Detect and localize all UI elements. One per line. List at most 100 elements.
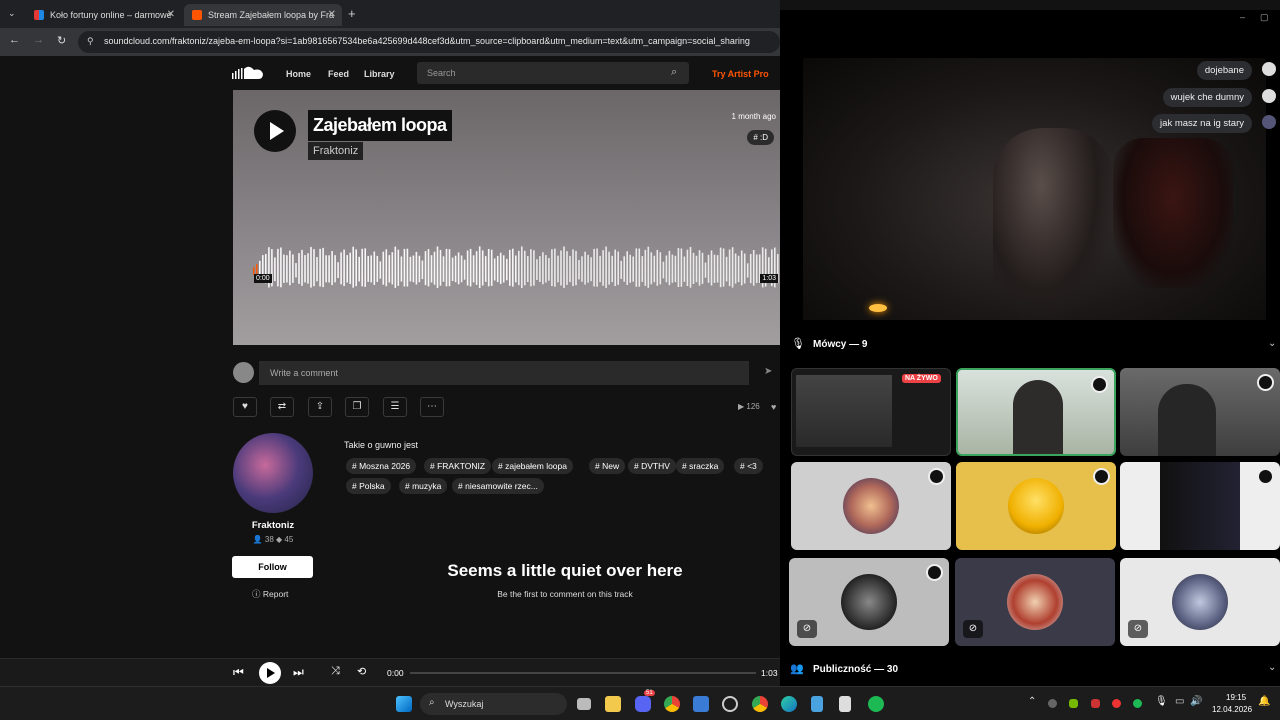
discord-icon[interactable] (635, 696, 651, 712)
tag-chip[interactable]: # sraczka (676, 458, 725, 474)
chevron-down-icon[interactable]: ⌄ (1268, 662, 1276, 673)
calculator-icon[interactable] (839, 696, 851, 712)
send-icon[interactable]: ➤ (764, 366, 772, 377)
comment-input[interactable]: Write a comment (259, 361, 749, 385)
share-button[interactable]: ⇪ (308, 397, 332, 417)
waveform-bar (442, 256, 445, 282)
nav-feed[interactable]: Feed (328, 69, 349, 79)
tag-chip[interactable]: # DVTHV (628, 458, 676, 474)
nvidia-icon[interactable] (1069, 699, 1078, 708)
maximize-icon[interactable]: ▢ (1260, 12, 1269, 23)
speaker-tile-avatar-5[interactable]: ⊘ (955, 558, 1115, 646)
search-icon[interactable]: ⌕ (671, 66, 677, 79)
speaker-tile-avatar-2[interactable] (956, 462, 1116, 550)
nav-library[interactable]: Library (364, 69, 395, 79)
speakers-header[interactable]: Mówcy — 9 (813, 339, 867, 350)
waveform[interactable] (253, 238, 780, 300)
spotify-tray-icon[interactable] (1133, 699, 1142, 708)
report-link[interactable]: ⓘ Report (252, 588, 288, 600)
site-info-icon[interactable]: ⚲ (87, 36, 94, 47)
try-artist-pro-link[interactable]: Try Artist Pro (712, 69, 769, 79)
waveform-bar (469, 248, 472, 287)
track-artist-link[interactable]: Fraktoniz (308, 142, 364, 160)
tab-search-button[interactable]: ⌄ (8, 8, 16, 19)
repost-button[interactable]: ⇄ (270, 397, 294, 417)
more-button[interactable]: ⋯ (420, 397, 444, 417)
forward-icon[interactable]: → (33, 34, 44, 46)
taskbar-search[interactable]: ⌕ Wyszukaj (420, 693, 567, 715)
chrome-icon[interactable] (752, 696, 768, 712)
repeat-icon[interactable]: ⟲ (357, 665, 366, 678)
next-icon[interactable]: ⏭ (293, 665, 304, 680)
clock-time[interactable]: 19:15 (1226, 693, 1246, 702)
speaker-tile-avatar-6[interactable]: ⊘ (1120, 558, 1280, 646)
close-tab-icon[interactable]: ✕ (328, 9, 336, 20)
chrome-icon[interactable] (664, 696, 680, 712)
file-explorer-icon[interactable] (605, 696, 621, 712)
app-icon[interactable] (722, 696, 738, 712)
photoshop-icon[interactable] (693, 696, 709, 712)
audience-header[interactable]: Publiczność — 30 (813, 664, 898, 675)
spotify-icon[interactable] (868, 696, 884, 712)
tab-wheel-of-fortune[interactable]: Koło fortuny online – darmowe ✕ (26, 4, 181, 26)
speaker-tile-webcam-2[interactable] (1120, 368, 1280, 456)
follow-button[interactable]: Follow (232, 556, 313, 578)
tag-chip[interactable]: # Moszna 2026 (346, 458, 417, 474)
waveform-bar (298, 253, 300, 284)
speaker-tile-avatar-4[interactable]: ⊘ (789, 558, 949, 646)
speaker-tile-webcam-1[interactable] (956, 368, 1116, 456)
shuffle-icon[interactable]: ⤨ (331, 665, 340, 678)
like-button[interactable]: ♥ (233, 397, 257, 417)
reload-icon[interactable]: ↻ (57, 34, 66, 47)
url-input[interactable]: ⚲ soundcloud.com/fraktoniz/zajeba-em-loo… (78, 31, 780, 53)
waveform-bar (427, 249, 430, 287)
tray-app-icon[interactable] (1112, 699, 1121, 708)
waveform-bar (746, 263, 749, 278)
waveform-bar (283, 254, 285, 283)
notepad-icon[interactable] (811, 696, 823, 712)
nav-home[interactable]: Home (286, 69, 311, 79)
search-input[interactable]: Search (417, 62, 689, 84)
tag-chip[interactable]: # Polska (346, 478, 391, 494)
new-tab-button[interactable]: + (348, 6, 356, 21)
volume-icon[interactable]: 🔊 (1190, 696, 1202, 707)
tray-overflow-icon[interactable]: ⌃ (1028, 696, 1036, 707)
speaker-tile-avatar-3[interactable] (1120, 462, 1280, 550)
previous-icon[interactable]: ⏮ (233, 665, 244, 680)
tag-chip[interactable]: # zajebałem loopa (492, 458, 573, 474)
tab-soundcloud[interactable]: Stream Zajebałem loopa by Fra ✕ (184, 4, 342, 26)
add-to-playlist-button[interactable]: ☰ (383, 397, 407, 417)
tray-app-icon[interactable] (1048, 699, 1057, 708)
artist-name[interactable]: Fraktoniz (233, 520, 313, 531)
network-icon[interactable]: ▭ (1175, 696, 1184, 707)
speaker-tile-avatar-1[interactable] (791, 462, 951, 550)
minimize-icon[interactable]: – (1240, 12, 1245, 22)
likes-count-icon: ♥ (771, 402, 777, 412)
progress-bar[interactable] (410, 672, 756, 674)
chevron-down-icon[interactable]: ⌄ (1268, 338, 1276, 349)
close-tab-icon[interactable]: ✕ (167, 9, 175, 20)
followers-count[interactable]: 38 (265, 535, 274, 544)
waveform-bar (548, 258, 550, 281)
player-play-button[interactable] (259, 662, 281, 684)
tag-chip[interactable]: # New (589, 458, 626, 474)
tag-chip[interactable]: # muzyka (399, 478, 448, 494)
task-view-icon[interactable] (577, 698, 591, 710)
tray-app-icon[interactable] (1091, 699, 1100, 708)
notification-icon[interactable]: 🔔 (1258, 696, 1270, 707)
genre-tag[interactable]: # :D (747, 130, 774, 145)
artist-avatar[interactable] (233, 433, 313, 513)
back-icon[interactable]: ← (9, 34, 20, 46)
copy-link-button[interactable]: ❐ (345, 397, 369, 417)
tracks-count[interactable]: 45 (284, 535, 293, 544)
tag-chip[interactable]: # niesamowite rzec... (452, 478, 544, 494)
play-button[interactable] (254, 110, 296, 152)
clock-date[interactable]: 12.04.2026 (1212, 705, 1252, 714)
windows-start-icon[interactable] (396, 696, 412, 712)
tag-chip[interactable]: # FRAKTONIZ (424, 458, 492, 474)
soundcloud-logo-icon[interactable] (232, 65, 264, 81)
speaker-tile-screen-share[interactable]: NA ŻYWO (791, 368, 951, 456)
edge-icon[interactable] (781, 696, 797, 712)
tag-chip[interactable]: # <3 (734, 458, 763, 474)
microphone-tray-icon[interactable]: 🎙 (1155, 696, 1168, 707)
